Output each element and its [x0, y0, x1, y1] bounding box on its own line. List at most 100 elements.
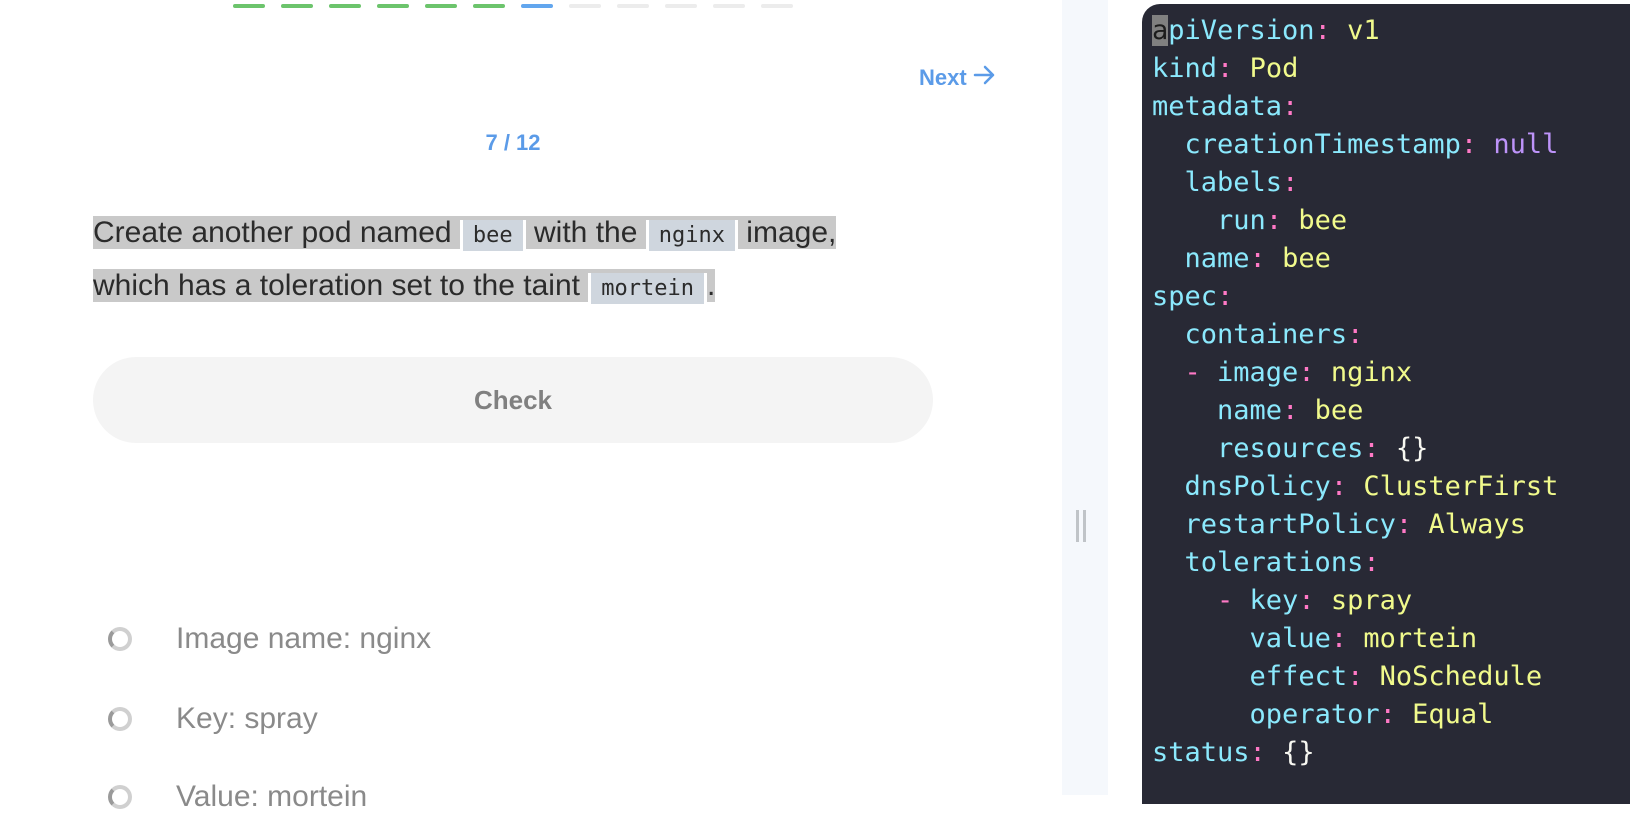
yaml-key: containers — [1184, 319, 1348, 350]
yaml-value: {} — [1282, 737, 1315, 768]
code-line: name: bee — [1152, 240, 1558, 278]
yaml-key: restartPolicy — [1184, 509, 1396, 540]
yaml-colon: : — [1314, 15, 1331, 46]
progress-segment — [713, 4, 745, 8]
resize-handle[interactable] — [1076, 510, 1088, 542]
code-line: tolerations: — [1152, 544, 1558, 582]
code-line: value: mortein — [1152, 620, 1558, 658]
status-spinner-icon — [108, 785, 132, 809]
code-line: restartPolicy: Always — [1152, 506, 1558, 544]
yaml-value: bee — [1298, 205, 1348, 236]
question-text-part: image, — [737, 216, 837, 249]
code-line: run: bee — [1152, 202, 1558, 240]
yaml-value: mortein — [1363, 623, 1478, 654]
yaml-value: bee — [1314, 395, 1364, 426]
yaml-key: piVersion — [1168, 15, 1315, 46]
yaml-key: name — [1217, 395, 1283, 426]
yaml-colon: : — [1347, 319, 1364, 350]
progress-segment — [569, 4, 601, 8]
code-line: - image: nginx — [1152, 354, 1558, 392]
yaml-key: effect — [1249, 661, 1348, 692]
code-line: spec: — [1152, 278, 1558, 316]
yaml-colon: : — [1217, 281, 1234, 312]
inline-code: nginx — [645, 220, 738, 251]
inline-code: mortein — [588, 273, 708, 304]
yaml-colon: : — [1282, 167, 1299, 198]
yaml-key: image — [1217, 357, 1299, 388]
yaml-colon: : — [1379, 699, 1396, 730]
yaml-colon: : — [1298, 585, 1315, 616]
lesson-panel: Next 7 / 12 Create another pod named bee… — [0, 0, 1062, 813]
progress-segment — [617, 4, 649, 8]
progress-segment — [761, 4, 793, 8]
yaml-value: v1 — [1347, 15, 1380, 46]
yaml-value: spray — [1330, 585, 1413, 616]
yaml-colon: : — [1363, 547, 1380, 578]
yaml-colon: : — [1249, 243, 1266, 274]
question-text-part: which has a toleration set to the taint — [93, 269, 589, 302]
yaml-key: value — [1249, 623, 1331, 654]
task-label: Key: spray — [176, 702, 318, 735]
yaml-value: {} — [1395, 433, 1429, 464]
yaml-key: dnsPolicy — [1184, 471, 1331, 502]
code-line: name: bee — [1152, 392, 1558, 430]
progress-segment — [329, 4, 361, 8]
yaml-value: Pod — [1249, 53, 1299, 84]
yaml-key: name — [1184, 243, 1250, 274]
text-cursor: a — [1152, 15, 1169, 46]
yaml-colon: : — [1330, 623, 1348, 654]
progress-segment — [281, 4, 313, 8]
progress-segment — [473, 4, 505, 8]
step-counter: 7 / 12 — [485, 130, 541, 155]
code-line: effect: NoSchedule — [1152, 658, 1558, 696]
status-spinner-icon — [108, 707, 132, 731]
question-text-part: . — [707, 269, 716, 302]
progress-segment — [377, 4, 409, 8]
yaml-colon: : — [1347, 661, 1364, 692]
yaml-colon: : — [1217, 53, 1234, 84]
list-dash: - — [1217, 585, 1250, 616]
yaml-key: tolerations — [1184, 547, 1364, 578]
code-line: apiVersion: v1 — [1152, 12, 1558, 50]
yaml-colon: : — [1363, 433, 1380, 464]
yaml-value: NoSchedule — [1379, 661, 1543, 692]
inline-code: bee — [459, 220, 526, 251]
yaml-value: nginx — [1330, 357, 1413, 388]
code-line: operator: Equal — [1152, 696, 1558, 734]
yaml-colon: : — [1265, 205, 1283, 236]
yaml-colon: : — [1249, 737, 1266, 768]
question-text: Create another pod named bee with the ng… — [93, 208, 933, 314]
panel-gutter — [1062, 0, 1108, 795]
task-item: Key: spray — [108, 702, 318, 736]
yaml-colon: : — [1282, 91, 1299, 122]
code-line: kind: Pod — [1152, 50, 1558, 88]
next-label: Next — [919, 65, 967, 90]
code-line: labels: — [1152, 164, 1558, 202]
check-button[interactable]: Check — [93, 357, 933, 443]
yaml-key: labels — [1184, 167, 1283, 198]
yaml-content[interactable]: apiVersion: v1 kind: Pod metadata: creatio… — [1152, 12, 1558, 772]
code-line: metadata: — [1152, 88, 1558, 126]
yaml-value: null — [1493, 129, 1559, 160]
progress-segment — [521, 4, 553, 8]
progress-segment — [665, 4, 697, 8]
yaml-value: ClusterFirst — [1363, 471, 1559, 502]
yaml-key: spec — [1152, 281, 1218, 312]
code-line: status: {} — [1152, 734, 1558, 772]
yaml-key: kind — [1152, 53, 1218, 84]
status-spinner-icon — [108, 627, 132, 651]
yaml-colon: : — [1298, 357, 1315, 388]
yaml-colon: : — [1282, 395, 1299, 426]
arrow-right-icon — [973, 64, 997, 92]
yaml-key: creationTimestamp — [1184, 129, 1461, 160]
yaml-key: resources — [1217, 433, 1364, 464]
yaml-colon: : — [1460, 129, 1478, 160]
code-line: resources: {} — [1152, 430, 1558, 468]
progress-segment — [233, 4, 265, 8]
task-label: Image name: nginx — [176, 622, 432, 655]
yaml-colon: : — [1330, 471, 1348, 502]
code-line: dnsPolicy: ClusterFirst — [1152, 468, 1559, 506]
list-dash: - — [1184, 357, 1218, 388]
yaml-value: Equal — [1412, 699, 1494, 730]
next-button[interactable]: Next — [919, 64, 997, 92]
